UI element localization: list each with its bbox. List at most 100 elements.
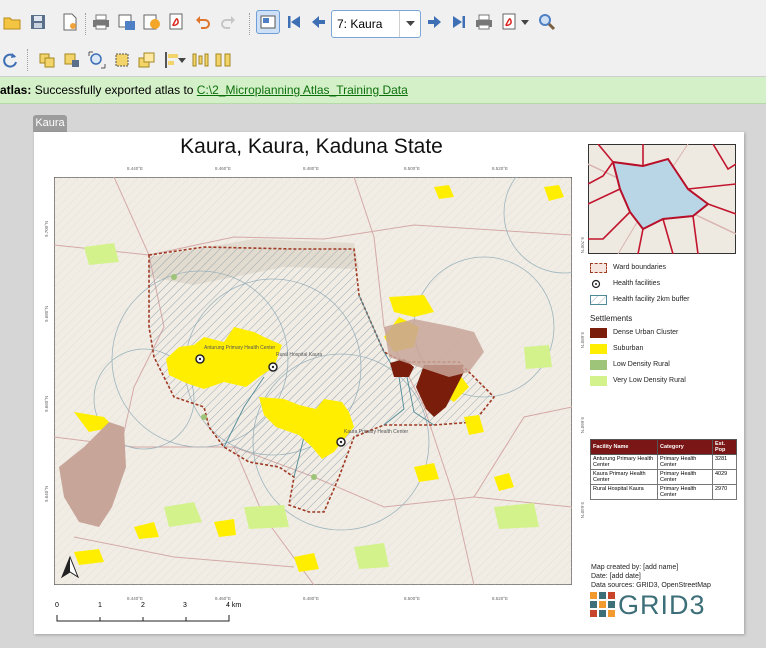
x-tick-label: 8.500°E [404,596,420,601]
credit-date: Date: [add date] [591,573,641,580]
atlas-settings-icon[interactable] [537,12,557,32]
map-title: Kaura, Kaura, Kaduna State [180,135,443,158]
message-prefix: atlas: [0,83,32,97]
table-cell: Rural Hospital Kaura [590,484,658,500]
open-folder-icon[interactable] [2,12,22,32]
items-toolbar [0,44,766,77]
table-row: Rural Hospital Kaura Primary Health Cent… [590,484,737,500]
map-credits: Map created by: [add name] Date: [add da… [591,563,711,590]
legend-item-very-low-density: Very Low Density Rural [590,375,740,391]
scale-label: 0 [55,602,59,609]
table-cell: Primary Health Center [657,454,713,470]
legend-settlements-title: Settlements [590,314,633,323]
x-tick-label: 8.440°E [127,596,143,601]
y-tick-label: 9.660°N [580,417,584,433]
x-tick-label: 8.480°E [303,166,319,171]
credit-author: Map created by: [add name] [591,564,679,571]
x-tick-label: 8.460°E [215,596,231,601]
print-atlas-icon[interactable] [474,12,494,32]
x-tick-label: 8.440°E [127,166,143,171]
export-atlas-pdf-icon[interactable] [500,12,520,32]
x-tick-label: 8.480°E [303,596,319,601]
table-header-cell: Category [657,439,713,455]
raise-items-icon[interactable] [137,50,157,70]
next-feature-icon[interactable] [425,12,445,32]
legend-item-facility-buffer: Health facility 2km buffer [590,294,740,310]
x-tick-label: 8.460°E [215,166,231,171]
map-legend: Ward boundaries Health facilities Health… [590,262,740,391]
first-feature-icon[interactable] [284,12,304,32]
table-header-cell: Facility Name [590,439,658,455]
x-tick-label: 8.520°E [492,596,508,601]
table-row: Anturung Primary Health Center Primary H… [590,454,737,470]
export-path-link[interactable]: C:\2_Microplanning Atlas_Training Data [197,83,408,97]
y-tick-label: 9.700°N [580,237,584,253]
message-text: Successfully exported atlas to [34,83,194,97]
x-tick-label: 8.500°E [404,166,420,171]
y-tick-label: 9.680°N [44,306,49,322]
swatch-icon [590,376,607,386]
export-image-icon[interactable] [117,12,137,32]
y-tick-label: 9.680°N [580,332,584,348]
new-layout-icon[interactable] [60,12,80,32]
atlas-toolbar: 7: Kaura [0,0,766,45]
previous-feature-icon[interactable] [308,12,328,32]
print-icon[interactable] [91,12,111,32]
grid3-logo: GRID3 [590,590,740,622]
refresh-icon[interactable] [0,50,20,70]
export-dropdown-icon[interactable] [519,12,531,32]
legend-item-health-facilities: Health facilities [590,278,740,294]
facility-table: Facility Name Category Est. Pop Anturung… [590,439,737,500]
save-icon[interactable] [28,12,48,32]
x-tick-label: 8.520°E [492,166,508,171]
table-header-cell: Est. Pop [712,439,737,455]
chevron-down-icon[interactable] [399,11,420,37]
zoom-full-icon[interactable] [87,50,107,70]
legend-item-low-density: Low Density Rural [590,359,740,375]
export-svg-icon[interactable] [142,12,162,32]
table-row: Kaura Primary Health Center Primary Heal… [590,469,737,485]
atlas-feature-value: 7: Kaura [337,17,383,31]
scale-bar: 0 1 2 3 4 km [54,602,254,630]
layout-page-tab[interactable]: Kaura [33,115,67,132]
scale-label: 3 [183,602,187,609]
export-pdf-icon[interactable] [167,12,187,32]
lock-items-icon[interactable] [62,50,82,70]
last-feature-icon[interactable] [449,12,469,32]
table-cell: 2970 [712,484,737,500]
swatch-icon [590,328,607,338]
swatch-icon [590,344,607,354]
redo-icon [218,12,238,32]
grid3-logo-text: GRID3 [618,590,706,620]
message-bar: atlas: Successfully exported atlas to C:… [0,77,766,104]
undo-icon[interactable] [193,12,213,32]
credit-sources: Data sources: GRID3, OpenStreetMap [591,582,711,589]
distribute-items-icon[interactable] [190,50,210,70]
circle-dot-icon [591,279,601,289]
resize-items-icon[interactable] [213,50,233,70]
layout-page: Kaura, Kaura, Kaduna State Anturung Prim… [34,132,744,634]
align-dropdown-icon[interactable] [176,50,188,70]
table-cell: 4029 [712,469,737,485]
table-header-row: Facility Name Category Est. Pop [590,439,737,455]
table-cell: Primary Health Center [657,484,713,500]
group-items-icon[interactable] [37,50,57,70]
swatch-icon [590,360,607,370]
legend-item-suburban: Suburban [590,343,740,359]
y-tick-label: 9.640°N [580,502,584,518]
y-tick-label: 9.660°N [44,396,49,412]
y-tick-label: 9.640°N [44,486,49,502]
scale-label: 1 [98,602,102,609]
preview-atlas-icon[interactable] [256,10,280,34]
dashed-box-icon [590,263,607,273]
atlas-feature-combobox[interactable]: 7: Kaura [331,10,421,38]
table-cell: 3281 [712,454,737,470]
table-cell: Anturung Primary Health Center [590,454,658,470]
legend-item-dense-urban: Dense Urban Cluster [590,327,740,343]
table-cell: Kaura Primary Health Center [590,469,658,485]
select-all-icon[interactable] [112,50,132,70]
y-tick-label: 9.700°N [44,221,49,237]
scale-label: 2 [141,602,145,609]
hatched-box-icon [590,295,607,305]
overview-map[interactable] [588,144,736,254]
